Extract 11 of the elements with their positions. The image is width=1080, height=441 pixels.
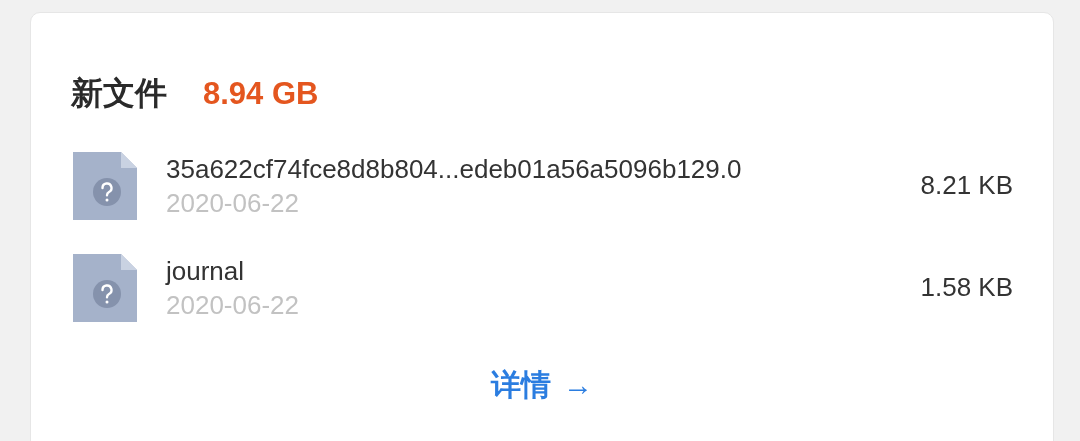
details-link[interactable]: 详情 → [491,361,593,407]
unknown-file-icon [73,151,137,220]
file-size: 8.21 KB [920,169,1013,202]
unknown-file-icon [73,253,137,322]
file-name[interactable]: journal [166,253,921,288]
file-name[interactable]: 35a622cf74fce8d8b804...edeb01a56a5096b129.0 [166,151,921,186]
file-date: 2020-06-22 [166,186,300,220]
file-size: 1.58 KB [920,271,1013,304]
card-title: 新文件 [71,74,167,113]
file-date: 2020-06-22 [166,288,300,322]
total-size: 8.94 GB [203,75,319,113]
